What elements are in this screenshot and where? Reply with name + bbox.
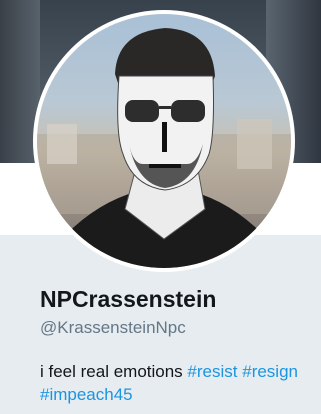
profile-bio: i feel real emotions #resist #resign #im…: [40, 360, 315, 406]
avatar-image: [37, 14, 291, 268]
hashtag-link-impeach45[interactable]: #impeach45: [40, 385, 133, 404]
profile-display-name[interactable]: NPCrassenstein: [40, 286, 216, 313]
bio-text: i feel real emotions: [40, 362, 183, 381]
hashtag-link-resign[interactable]: #resign: [242, 362, 298, 381]
profile-handle[interactable]: @KrassensteinNpc: [40, 318, 186, 338]
npc-face-illustration: [37, 28, 291, 268]
avatar[interactable]: [33, 10, 295, 272]
hashtag-link-resist[interactable]: #resist: [187, 362, 237, 381]
